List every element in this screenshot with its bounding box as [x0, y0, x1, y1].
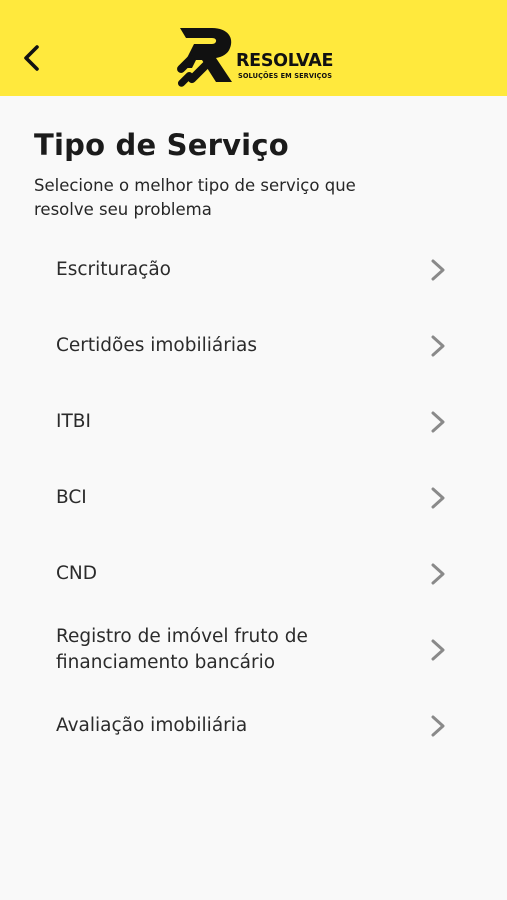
page-subtitle: Selecione o melhor tipo de serviço que r…	[34, 176, 356, 219]
chevron-right-icon	[431, 715, 445, 737]
service-item-registro-imovel[interactable]: Registro de imóvel fruto de financiament…	[0, 612, 507, 688]
logo-wordmark: RESOLVAE	[236, 51, 334, 71]
service-item-escrituracao[interactable]: Escrituração	[0, 232, 507, 308]
service-item-label: CND	[56, 563, 98, 584]
service-item-label: Certidões imobiliárias	[56, 335, 257, 356]
chevron-right-icon	[431, 411, 445, 433]
chevron-right-icon	[431, 335, 445, 357]
service-item-certidoes[interactable]: Certidões imobiliárias	[0, 308, 507, 384]
service-item-bci[interactable]: BCI	[0, 460, 507, 536]
service-item-label: Registro de imóvel fruto de financiament…	[56, 626, 308, 673]
service-item-itbi[interactable]: ITBI	[0, 384, 507, 460]
service-item-label: Avaliação imobiliária	[56, 715, 248, 736]
logo-tagline: SOLUÇÕES EM SERVIÇOS	[238, 72, 333, 80]
back-button[interactable]	[14, 38, 50, 78]
chevron-right-icon	[431, 259, 445, 281]
service-item-avaliacao[interactable]: Avaliação imobiliária	[0, 688, 507, 764]
chevron-right-icon	[431, 563, 445, 585]
service-item-label: ITBI	[56, 411, 91, 432]
service-item-cnd[interactable]: CND	[0, 536, 507, 612]
logo-r-mark	[177, 28, 232, 87]
chevron-left-icon	[24, 45, 39, 71]
page-title: Tipo de Serviço	[34, 128, 289, 162]
service-item-label: Escrituração	[56, 259, 171, 280]
service-item-label: BCI	[56, 487, 87, 508]
chevron-right-icon	[431, 639, 445, 661]
app-header: RESOLVAE SOLUÇÕES EM SERVIÇOS	[0, 0, 507, 96]
resolvae-logo: RESOLVAE SOLUÇÕES EM SERVIÇOS	[172, 24, 342, 88]
chevron-right-icon	[431, 487, 445, 509]
